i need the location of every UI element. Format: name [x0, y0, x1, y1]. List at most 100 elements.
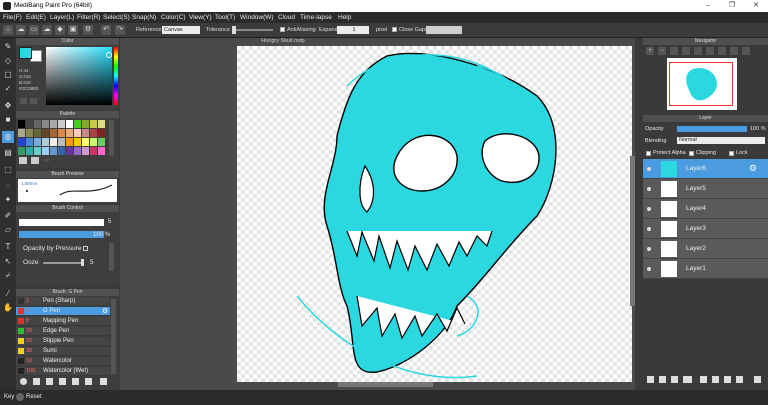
brush-settings-icon[interactable]: ⚙ — [102, 307, 108, 315]
add-palette-icon[interactable] — [19, 157, 27, 164]
canvas-vertical-scrollbar[interactable] — [630, 156, 635, 306]
layer-row[interactable]: Layer1 — [643, 259, 768, 279]
menu-select[interactable]: Select(S) — [103, 14, 130, 21]
eraser-tool-icon[interactable]: ◇ — [2, 55, 14, 67]
palette-swatch[interactable] — [74, 147, 81, 155]
layer-settings-gear-icon[interactable]: ⚙ — [749, 163, 757, 174]
palette-swatch[interactable] — [26, 147, 33, 155]
visibility-eye-icon[interactable] — [647, 207, 651, 211]
palette-swatch[interactable] — [26, 138, 33, 146]
menu-filter[interactable]: Filter(R) — [77, 14, 100, 21]
operation-tool-icon[interactable]: ↖ — [2, 256, 14, 268]
visibility-eye-icon[interactable] — [647, 167, 651, 171]
brush-item[interactable]: 10 Watercolor — [16, 357, 110, 366]
palette-swatch[interactable] — [82, 147, 89, 155]
key-button[interactable]: Key — [4, 394, 14, 400]
clipping-checkbox[interactable] — [689, 151, 694, 156]
visibility-eye-icon[interactable] — [647, 227, 651, 231]
brush-export-icon[interactable] — [85, 378, 92, 385]
palette-swatch[interactable] — [42, 120, 49, 128]
delete-brush-icon[interactable] — [100, 378, 107, 385]
color-mode-icon[interactable] — [30, 98, 37, 104]
opacity-pressure-checkbox[interactable] — [83, 246, 88, 251]
menu-color[interactable]: Color(C) — [161, 14, 186, 21]
menu-layer[interactable]: Layer(L) — [50, 14, 74, 21]
visibility-eye-icon[interactable] — [647, 247, 651, 251]
palette-swatch[interactable] — [34, 129, 41, 137]
palette-swatch[interactable] — [74, 120, 81, 128]
move-tool-icon[interactable]: ✥ — [2, 100, 14, 112]
palette-swatch[interactable] — [34, 120, 41, 128]
palette-swatch[interactable] — [74, 138, 81, 146]
layer-type-dropdown-icon[interactable] — [683, 376, 692, 383]
palette-swatch[interactable] — [18, 147, 25, 155]
palette-swatch[interactable] — [98, 147, 105, 155]
new-halftone-layer-icon[interactable] — [659, 376, 666, 383]
canvas-horizontal-scrollbar[interactable] — [338, 382, 433, 387]
redo-icon[interactable]: ↷ — [115, 25, 125, 35]
palette-swatch[interactable] — [42, 147, 49, 155]
blending-select[interactable]: Normal — [677, 137, 765, 144]
palette-swatch[interactable] — [98, 120, 105, 128]
fit-icon[interactable] — [670, 47, 678, 55]
menu-view[interactable]: View(Y) — [189, 14, 212, 21]
palette-swatch[interactable] — [42, 129, 49, 137]
layer-folder-icon[interactable] — [700, 376, 707, 383]
hue-slider[interactable] — [114, 47, 118, 105]
palette-swatch[interactable] — [82, 129, 89, 137]
palette-swatch[interactable] — [58, 147, 65, 155]
palette-swatch[interactable] — [90, 129, 97, 137]
palette-swatch[interactable] — [66, 129, 73, 137]
merge-down-icon[interactable] — [724, 376, 731, 383]
color-picker-cursor[interactable] — [106, 52, 112, 58]
brush-size-slider[interactable] — [19, 219, 104, 226]
select-pen-icon[interactable]: ✐ — [2, 210, 14, 222]
close-button[interactable]: ✕ — [744, 0, 768, 12]
brush-item[interactable]: 100 Watercolor (Wet) — [16, 367, 110, 376]
palette-swatch[interactable] — [98, 129, 105, 137]
layer-row[interactable]: Layer4 — [643, 199, 768, 219]
menu-timelapse[interactable]: Time-lapse — [300, 14, 332, 21]
menu-tool[interactable]: Tool(T) — [215, 14, 235, 21]
palette-scrollbar[interactable] — [109, 120, 114, 156]
menu-help[interactable]: Help — [338, 14, 351, 21]
navigator-view-rect[interactable] — [669, 62, 733, 106]
palette-menu-icon[interactable]: ⋯ — [44, 157, 50, 164]
palette-swatch[interactable] — [50, 147, 57, 155]
undo-icon[interactable]: ↶ — [101, 25, 111, 35]
zoom-out-icon[interactable]: − — [658, 47, 666, 55]
protect-alpha-checkbox[interactable] — [646, 151, 651, 156]
palette-swatch[interactable] — [90, 147, 97, 155]
layer-opacity-slider[interactable] — [677, 126, 747, 132]
layer-row[interactable]: Layer5 — [643, 179, 768, 199]
drawing-canvas[interactable] — [237, 46, 632, 382]
new-layer-icon[interactable] — [647, 376, 654, 383]
palette-swatch[interactable] — [50, 129, 57, 137]
palette-swatch[interactable] — [26, 120, 33, 128]
antialiasing-checkbox[interactable] — [280, 27, 285, 32]
ooze-slider-thumb[interactable] — [81, 259, 84, 266]
share-icon[interactable]: ◆ — [55, 25, 65, 35]
delete-palette-icon[interactable] — [31, 157, 39, 164]
palette-swatch[interactable] — [34, 138, 41, 146]
select-eraser-icon[interactable]: ▱ — [2, 224, 14, 236]
brush-folder-icon[interactable] — [59, 378, 66, 385]
brush-item[interactable]: 5 G Pen ⚙ — [16, 307, 110, 316]
palette-swatch[interactable] — [50, 120, 57, 128]
palette-swatch[interactable] — [58, 129, 65, 137]
eyedropper-icon[interactable]: ⌿ — [2, 270, 14, 282]
gradient-tool-icon[interactable]: ▤ — [2, 147, 14, 159]
palette-swatch[interactable] — [74, 129, 81, 137]
close-gaps-checkbox[interactable] — [392, 27, 397, 32]
ooze-slider[interactable] — [43, 259, 84, 266]
home-icon[interactable]: ⌂ — [3, 25, 13, 35]
layer-row[interactable]: Layer3 — [643, 219, 768, 239]
rotate-left-icon[interactable] — [694, 47, 702, 55]
tolerance-slider[interactable] — [232, 26, 273, 34]
lasso-tool-icon[interactable]: ◌ — [2, 180, 14, 192]
expand-input[interactable]: 1 — [337, 26, 369, 34]
menu-cloud[interactable]: Cloud — [278, 14, 295, 21]
maximize-button[interactable]: ❐ — [720, 0, 744, 12]
layer-settings-icon[interactable] — [736, 376, 743, 383]
reference-select[interactable]: Canvas — [162, 26, 200, 34]
